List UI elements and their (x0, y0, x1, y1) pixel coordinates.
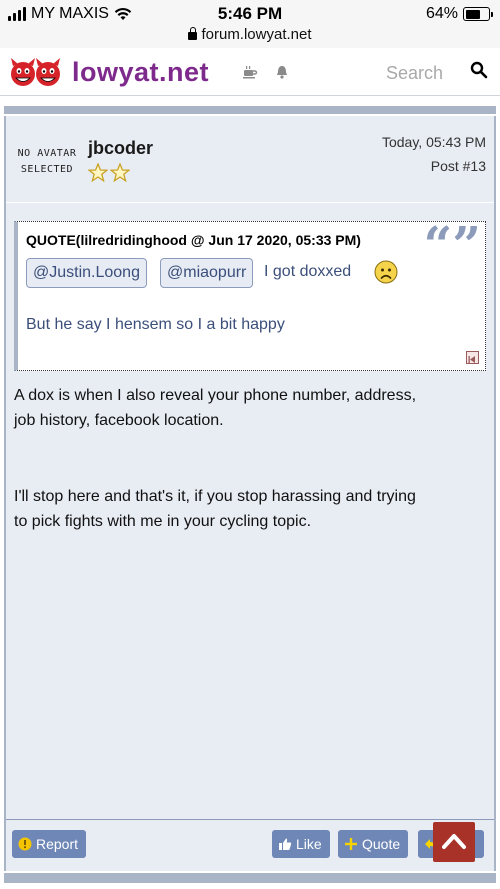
like-label: Like (296, 836, 322, 852)
quote-block: QUOTE(lilredridinghood @ Jun 17 2020, 05… (14, 215, 486, 371)
url-text[interactable]: forum.lowyat.net (201, 26, 311, 43)
search-input[interactable]: Search (386, 63, 443, 84)
post-actions: Report Like Quote (6, 819, 494, 871)
bell-icon[interactable] (274, 64, 290, 80)
address-bar[interactable]: forum.lowyat.net (0, 26, 500, 48)
chevron-up-icon (442, 834, 466, 849)
quote-header: QUOTE(lilredridinghood @ Jun 17 2020, 05… (26, 232, 361, 248)
lock-icon (188, 27, 198, 40)
quote-button[interactable]: Quote (338, 830, 409, 858)
quote-label: Quote (362, 836, 401, 852)
ios-status-bar: MY MAXIS 5:46 PM 64% (0, 0, 500, 28)
star-icon (88, 163, 108, 182)
warning-icon (18, 837, 32, 851)
collapse-quote-icon[interactable] (466, 351, 479, 364)
quote-marks-icon: “” (423, 215, 481, 274)
post-paragraph: A dox is when I also reveal your phone n… (14, 383, 488, 433)
quote-text: But he say I hensem so I a bit happy (26, 316, 285, 333)
plus-icon (345, 838, 357, 850)
post-text-line: A dox is when I also reveal your phone n… (14, 387, 417, 404)
post-text-line: I'll stop here and that's it, if you sto… (14, 488, 416, 505)
post-header: NO AVATAR SELECTED jbcoder Today, 05:43 … (6, 116, 494, 202)
mention-tag[interactable]: @miaopurr (160, 258, 254, 288)
post-text-line: job history, facebook location. (14, 412, 224, 429)
search-icon[interactable] (470, 61, 488, 79)
rank-stars (88, 163, 130, 182)
post-bottom-divider (4, 873, 496, 883)
like-button[interactable]: Like (272, 830, 330, 858)
mention-tag[interactable]: @Justin.Loong (26, 258, 147, 288)
avatar[interactable]: NO AVATAR SELECTED (16, 146, 78, 178)
post-timestamp: Today, 05:43 PM (381, 134, 486, 150)
forum-post: NO AVATAR SELECTED jbcoder Today, 05:43 … (4, 116, 496, 871)
quote-text: I got doxxed (264, 263, 352, 280)
site-header: lowyat.net Search (0, 50, 500, 96)
report-button[interactable]: Report (12, 830, 87, 858)
battery-percent: 64% (425, 5, 458, 22)
report-label: Report (36, 836, 79, 852)
post-text-line: to pick fights with me in your cycling t… (14, 513, 312, 530)
post-author[interactable]: jbcoder (88, 138, 153, 159)
post-number-link[interactable]: Post #13 (431, 158, 486, 174)
battery-icon (463, 7, 493, 21)
sad-emoji-icon (374, 260, 398, 284)
back-to-top-button[interactable] (433, 822, 475, 862)
thumbs-up-icon (279, 838, 292, 850)
post-body: QUOTE(lilredridinghood @ Jun 17 2020, 05… (6, 202, 494, 819)
avatar-placeholder-line2: SELECTED (20, 164, 74, 175)
coffee-icon[interactable] (242, 64, 258, 80)
status-right: 64% (425, 5, 493, 23)
avatar-placeholder-line1: NO AVATAR (17, 148, 77, 159)
site-logo-text[interactable]: lowyat.net (72, 57, 209, 88)
post-paragraph: I'll stop here and that's it, if you sto… (14, 484, 488, 534)
star-icon (110, 163, 130, 182)
page-content: NO AVATAR SELECTED jbcoder Today, 05:43 … (0, 96, 500, 889)
logo-devil-icon[interactable] (10, 56, 66, 90)
post-top-divider (4, 106, 496, 114)
